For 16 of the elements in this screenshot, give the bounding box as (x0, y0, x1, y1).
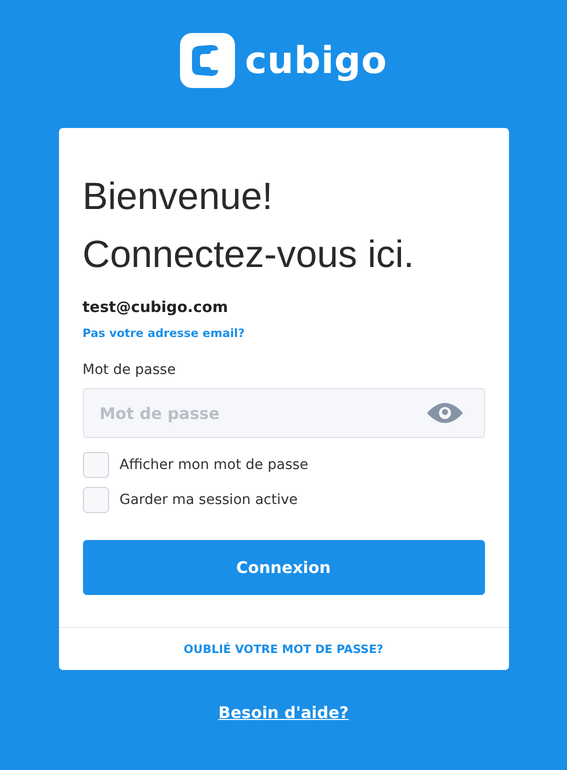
checkbox[interactable] (82, 487, 108, 513)
email-address: test@cubigo.com (82, 298, 228, 316)
password-field[interactable]: Mot de passe (82, 388, 484, 438)
logo-text: cubigo (244, 39, 388, 82)
logo-icon (180, 33, 235, 88)
welcome-heading: Connectez-vous ici. (82, 233, 414, 278)
checkbox-label: Garder ma session active (120, 492, 298, 508)
checkbox-label: Afficher mon mot de passe (120, 457, 308, 473)
login-button[interactable]: Connexion (82, 540, 484, 595)
eye-icon[interactable] (426, 403, 462, 423)
forgot-password-link[interactable]: OUBLIÉ VOTRE MOT DE PASSE? (184, 642, 384, 656)
change-email-link[interactable]: Pas votre adresse email? (82, 326, 245, 340)
password-label: Mot de passe (82, 362, 176, 378)
checkbox[interactable] (82, 452, 108, 478)
welcome-heading: Bienvenue! (82, 175, 273, 220)
help-link[interactable]: Besoin d'aide? (218, 703, 349, 722)
